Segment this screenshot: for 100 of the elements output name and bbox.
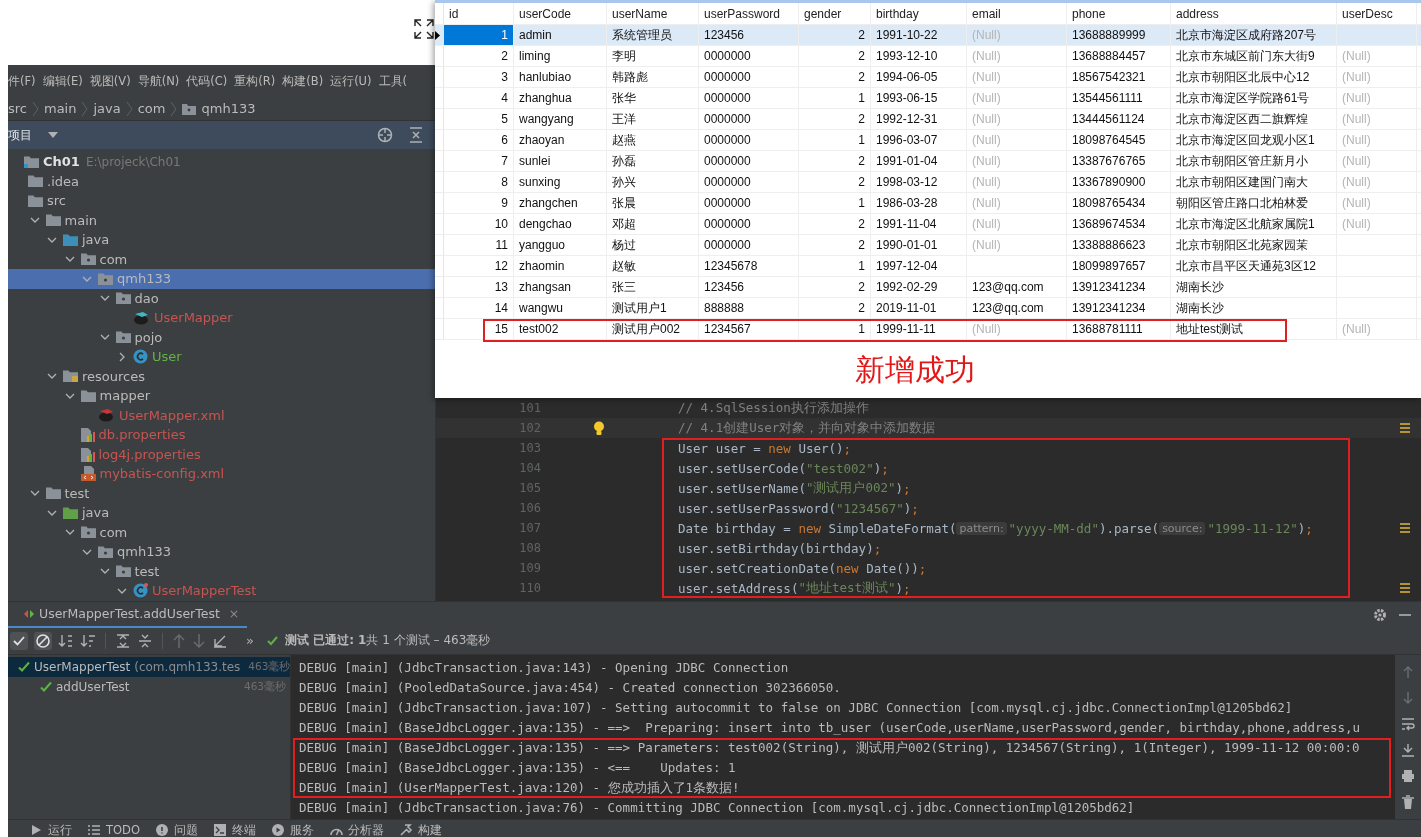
table-cell: 系统管理员 xyxy=(607,25,699,45)
breadcrumb-item[interactable]: main xyxy=(44,101,77,116)
tool-window-button[interactable]: 分析器 xyxy=(330,822,384,837)
code-line: user.setUserPassword("1234567"); xyxy=(662,498,1350,518)
column-header[interactable]: gender xyxy=(799,3,871,24)
table-cell: (Null) xyxy=(967,130,1067,150)
tree-item-label: .idea xyxy=(47,173,79,189)
table-cell: 12345678 xyxy=(699,256,799,276)
table-cell: 张三 xyxy=(607,277,699,297)
collapse-all-icon[interactable] xyxy=(137,632,153,649)
expand-all-icon[interactable] xyxy=(115,632,131,649)
line-number: 106 xyxy=(518,501,541,515)
dropdown-icon[interactable] xyxy=(48,132,58,138)
table-cell: 1993-06-15 xyxy=(871,88,967,108)
column-header[interactable]: id xyxy=(444,3,514,24)
menu-item[interactable]: 构建(B) xyxy=(282,73,324,89)
package-icon xyxy=(80,526,96,539)
tree-item[interactable]: java xyxy=(8,503,435,523)
column-header[interactable]: birthday xyxy=(871,3,967,24)
tree-item[interactable]: src xyxy=(8,191,435,211)
column-header[interactable]: address xyxy=(1171,3,1337,24)
tree-item[interactable]: test xyxy=(8,561,435,581)
check-icon[interactable] xyxy=(10,631,28,650)
tree-item[interactable]: test xyxy=(8,483,435,503)
scroll-to-end-icon[interactable] xyxy=(1401,743,1415,757)
tool-window-button[interactable]: TODO xyxy=(88,823,140,837)
tree-item-label: mapper xyxy=(99,388,150,404)
tree-item[interactable]: mapper xyxy=(8,386,435,406)
tree-item[interactable]: User xyxy=(8,347,435,367)
collapse-all-icon[interactable] xyxy=(409,127,423,143)
tree-item[interactable]: Ch01 E:\projeck\Ch01 xyxy=(8,152,435,172)
menu-item[interactable]: 视图(V) xyxy=(89,73,131,89)
table-cell: 5 xyxy=(444,109,514,129)
table-cell: 13689674534 xyxy=(1067,214,1171,234)
table-cell: 4 xyxy=(444,88,514,108)
print-icon[interactable] xyxy=(1401,769,1415,783)
locate-icon[interactable] xyxy=(377,127,393,143)
lightbulb-icon[interactable] xyxy=(593,420,605,436)
tree-item[interactable]: dao xyxy=(8,288,435,308)
tree-item[interactable]: com xyxy=(8,522,435,542)
project-panel-title[interactable]: 项目 xyxy=(8,126,32,144)
xml-file-icon xyxy=(80,466,96,482)
code-line: user.setCreationDate(new Date()); xyxy=(662,558,1350,578)
menu-item[interactable]: 代码(C) xyxy=(186,73,228,89)
tree-item[interactable]: main xyxy=(8,210,435,230)
column-header[interactable]: userDesc xyxy=(1337,3,1417,24)
table-cell: (Null) xyxy=(967,109,1067,129)
column-header[interactable]: userPassword xyxy=(699,3,799,24)
run-tab[interactable]: UserMapperTest.addUserTest × xyxy=(8,601,248,628)
breadcrumb-item[interactable]: com xyxy=(137,101,166,116)
warning-stripe-icon[interactable] xyxy=(1400,583,1410,593)
menu-item[interactable]: 件(F) xyxy=(8,73,36,89)
sort-icon[interactable] xyxy=(58,632,74,649)
menu-item[interactable]: 导航(N) xyxy=(137,73,180,89)
tool-window-button[interactable]: 终端 xyxy=(214,822,256,837)
more-button[interactable]: » xyxy=(246,633,254,648)
fullscreen-icon[interactable] xyxy=(414,19,434,39)
console-line: DEBUG [main] (UserMapperTest.java:120) - 您成功插入了1条数据! xyxy=(293,778,1391,798)
stop-icon[interactable] xyxy=(34,631,52,650)
warning-stripe-icon[interactable] xyxy=(1400,523,1410,533)
breadcrumb-item[interactable]: qmh133 xyxy=(201,101,256,116)
folder-icon xyxy=(45,487,61,500)
table-cell: 北京市昌平区天通苑3区12 xyxy=(1171,256,1337,276)
tool-window-button[interactable]: 问题 xyxy=(156,822,198,837)
breadcrumb-item[interactable]: java xyxy=(93,101,121,116)
settings-icon[interactable] xyxy=(1373,607,1387,622)
table-cell: (Null) xyxy=(967,88,1067,108)
package-icon xyxy=(115,292,131,305)
table-cell: 8 xyxy=(444,172,514,192)
menu-item[interactable]: 编辑(E) xyxy=(42,73,83,89)
menu-item[interactable]: 运行(U) xyxy=(330,73,372,89)
menu-item[interactable]: 重构(R) xyxy=(234,73,276,89)
tool-window-button[interactable]: 构建 xyxy=(400,822,442,837)
warning-stripe-icon[interactable] xyxy=(1400,423,1410,433)
chevron-right-icon[interactable] xyxy=(117,351,127,362)
line-number: 101 xyxy=(518,401,541,415)
tree-item[interactable]: .idea xyxy=(8,171,435,191)
tree-item[interactable]: qmh133 xyxy=(8,542,435,562)
table-cell: 北京市海淀区成府路207号 xyxy=(1171,25,1337,45)
table-cell: (Null) xyxy=(1337,130,1417,150)
column-header[interactable]: email xyxy=(967,3,1067,24)
soft-wrap-icon[interactable] xyxy=(1401,717,1415,731)
tree-item[interactable]: java xyxy=(8,230,435,250)
tree-item[interactable]: com xyxy=(8,249,435,269)
column-header[interactable]: phone xyxy=(1067,3,1171,24)
tool-window-button[interactable]: 服务 xyxy=(272,822,314,837)
column-header[interactable]: userName xyxy=(607,3,699,24)
column-header[interactable]: userCode xyxy=(514,3,607,24)
code-line: // 4.SqlSession执行添加操作 xyxy=(677,398,870,417)
close-icon[interactable]: × xyxy=(228,606,240,621)
tree-item[interactable]: resources xyxy=(8,366,435,386)
table-cell: 0000000 xyxy=(699,109,799,129)
tool-window-button[interactable]: 运行 xyxy=(30,822,72,837)
test-item[interactable]: UserMapperTest (com.qmh133.tes 463毫秒 xyxy=(8,657,290,677)
trash-icon[interactable] xyxy=(1402,795,1414,809)
breadcrumb-item[interactable]: src xyxy=(8,101,27,116)
table-cell: 北京市朝阳区北苑家园茉 xyxy=(1171,235,1337,255)
tree-item[interactable]: pojo xyxy=(8,327,435,347)
sort-duration-icon[interactable] xyxy=(80,632,96,649)
menu-item[interactable]: 工具( xyxy=(378,73,407,89)
